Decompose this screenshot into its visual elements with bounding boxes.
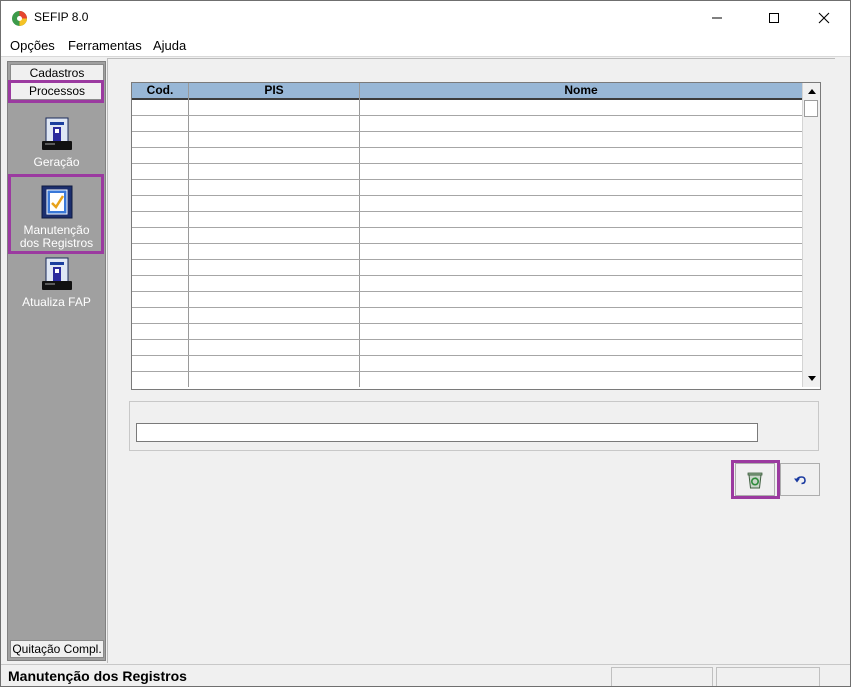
- table-row[interactable]: [132, 116, 802, 132]
- undo-icon: [794, 475, 806, 484]
- minimize-button[interactable]: [694, 1, 740, 34]
- table-row[interactable]: [132, 356, 802, 372]
- column-header-cod[interactable]: Cod.: [132, 83, 189, 98]
- scroll-up-button[interactable]: [803, 83, 820, 100]
- sidebar-item-manutencao[interactable]: Manutenção dos Registros: [8, 184, 105, 250]
- menu-bar: Opções Ferramentas Ajuda: [1, 34, 850, 57]
- sidebar-item-geracao[interactable]: Geração: [8, 116, 105, 169]
- tab-cadastros[interactable]: Cadastros: [10, 64, 104, 82]
- table-header: Cod. PIS Nome: [132, 83, 803, 100]
- column-header-nome[interactable]: Nome: [360, 83, 803, 98]
- status-bar: Manutenção dos Registros: [1, 664, 850, 686]
- table-row[interactable]: [132, 100, 802, 116]
- vertical-scrollbar[interactable]: [802, 83, 820, 387]
- table-row[interactable]: [132, 324, 802, 340]
- table-row[interactable]: [132, 180, 802, 196]
- menu-ferramentas[interactable]: Ferramentas: [68, 38, 142, 53]
- recycle-bin-icon: [747, 472, 763, 488]
- sidebar-item-label: Geração: [33, 155, 80, 169]
- sidebar-item-label: dos Registros: [19, 236, 94, 250]
- tab-quitacao-compl[interactable]: Quitação Compl.: [10, 640, 104, 658]
- column-header-pis[interactable]: PIS: [189, 83, 360, 98]
- table-row[interactable]: [132, 244, 802, 260]
- maximize-icon: [769, 12, 779, 23]
- status-panel: [611, 667, 713, 686]
- minimize-icon: [712, 17, 722, 18]
- close-button[interactable]: [801, 1, 847, 34]
- delete-button[interactable]: [735, 463, 775, 496]
- progress-field: [136, 423, 758, 442]
- table-row[interactable]: [132, 132, 802, 148]
- app-icon: [12, 11, 27, 26]
- menu-ajuda[interactable]: Ajuda: [153, 38, 186, 53]
- table-row[interactable]: [132, 164, 802, 180]
- table-row[interactable]: [132, 228, 802, 244]
- table-row[interactable]: [132, 308, 802, 324]
- registros-table[interactable]: Cod. PIS Nome: [131, 82, 821, 390]
- menu-opcoes[interactable]: Opções: [10, 38, 55, 53]
- sefip-window: SEFIP 8.0 Opções Ferramentas Ajuda Cadas…: [0, 0, 851, 687]
- table-row[interactable]: [132, 292, 802, 308]
- maximize-button[interactable]: [751, 1, 797, 34]
- table-row[interactable]: [132, 212, 802, 228]
- document-disk-icon: [41, 117, 72, 150]
- table-row[interactable]: [132, 148, 802, 164]
- table-row[interactable]: [132, 196, 802, 212]
- table-row[interactable]: [132, 276, 802, 292]
- arrow-down-icon: [807, 376, 816, 381]
- document-disk-icon: [41, 257, 72, 290]
- table-rows: [132, 100, 802, 372]
- close-icon: [818, 12, 830, 23]
- status-group-box: [129, 401, 819, 451]
- title-bar: SEFIP 8.0: [1, 1, 850, 34]
- table-row[interactable]: [132, 340, 802, 356]
- status-panel: [716, 667, 820, 686]
- sidebar-item-label: Atualiza FAP: [22, 295, 91, 309]
- scroll-thumb[interactable]: [804, 100, 818, 117]
- checklist-icon: [41, 185, 72, 219]
- sidebar-item-atualiza-fap[interactable]: Atualiza FAP: [8, 256, 105, 309]
- undo-button[interactable]: [780, 463, 820, 496]
- status-text: Manutenção dos Registros: [8, 668, 187, 684]
- scroll-down-button[interactable]: [803, 370, 820, 387]
- sidebar: Cadastros Processos Geração Manutenção d…: [7, 61, 106, 661]
- arrow-up-icon: [807, 89, 816, 94]
- tab-processos[interactable]: Processos: [10, 82, 104, 100]
- window-title: SEFIP 8.0: [34, 10, 89, 24]
- table-row[interactable]: [132, 260, 802, 276]
